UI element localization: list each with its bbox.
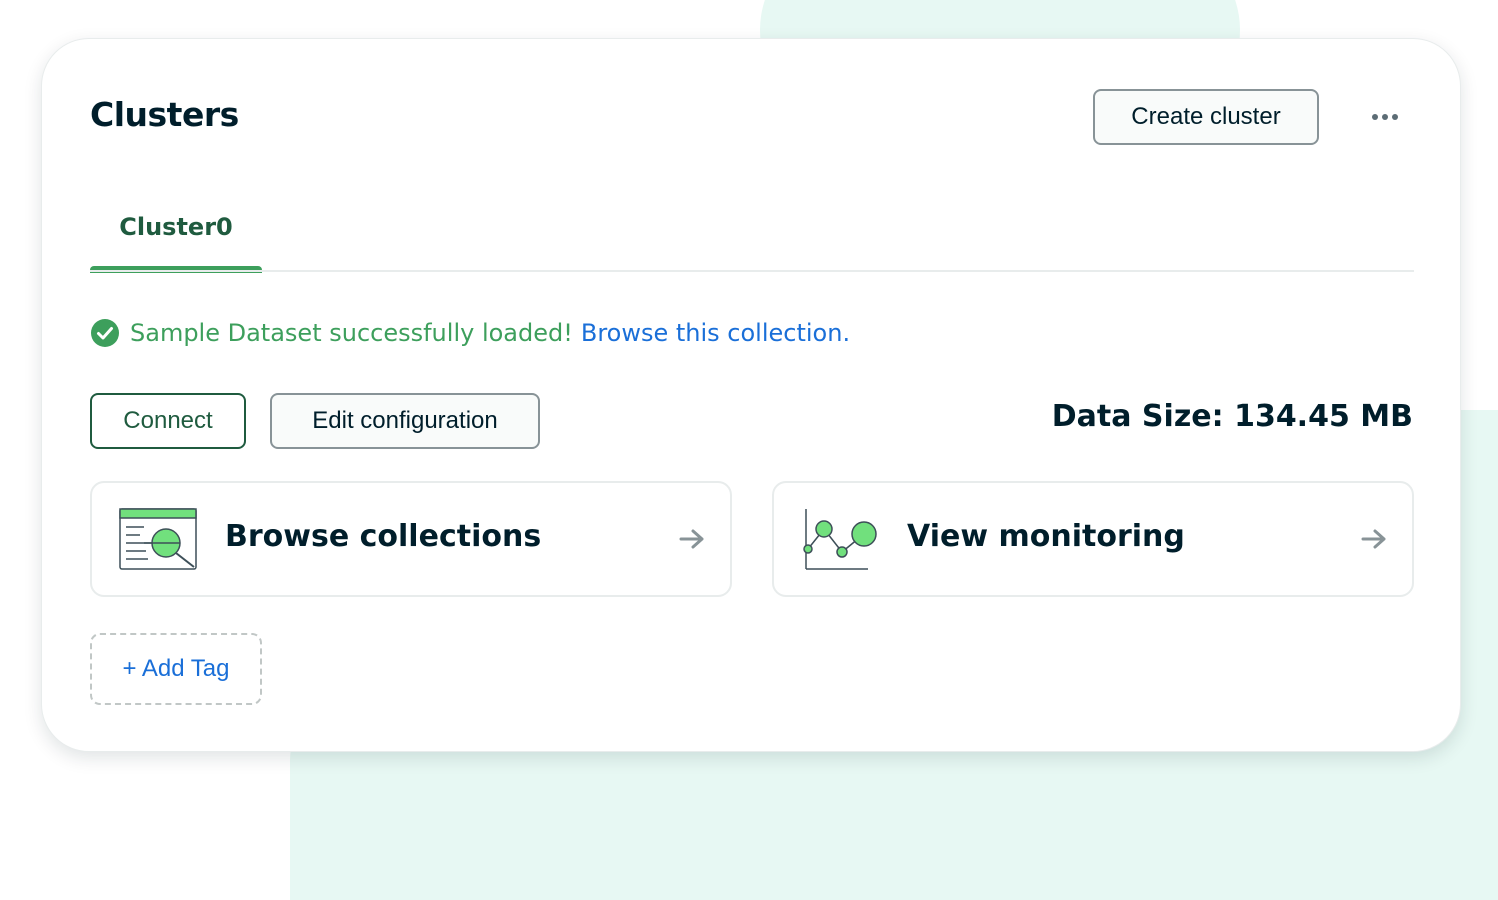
browse-collections-label: Browse collections (225, 519, 542, 554)
page-title: Clusters (90, 95, 239, 134)
ellipsis-horizontal-icon (1372, 114, 1378, 120)
browse-collections-card[interactable]: Browse collections (90, 481, 732, 597)
tab-divider (90, 270, 1414, 272)
status-message: Sample Dataset successfully loaded! Brow… (90, 317, 850, 349)
add-tag-button[interactable]: + Add Tag (90, 633, 262, 705)
view-monitoring-label: View monitoring (907, 519, 1185, 554)
create-cluster-button[interactable]: Create cluster (1093, 89, 1319, 145)
browse-collection-link[interactable]: Browse this collection. (581, 319, 850, 347)
arrow-right-icon (1361, 529, 1386, 549)
connect-button[interactable]: Connect (90, 393, 246, 449)
more-options-button[interactable] (1364, 101, 1406, 133)
clusters-card: Clusters Create cluster Cluster0 Sample … (41, 38, 1461, 752)
status-text: Sample Dataset successfully loaded! (130, 319, 573, 347)
arrow-right-icon (679, 529, 704, 549)
view-monitoring-card[interactable]: View monitoring (772, 481, 1414, 597)
edit-configuration-button[interactable]: Edit configuration (270, 393, 540, 449)
tab-label: Cluster0 (119, 213, 233, 241)
browse-collections-illustration-icon (119, 508, 197, 570)
monitoring-chart-illustration-icon (803, 509, 877, 570)
data-size-label: Data Size: 134.45 MB (1051, 399, 1413, 434)
tab-cluster0[interactable]: Cluster0 (90, 199, 262, 273)
check-circle-icon (90, 318, 120, 348)
